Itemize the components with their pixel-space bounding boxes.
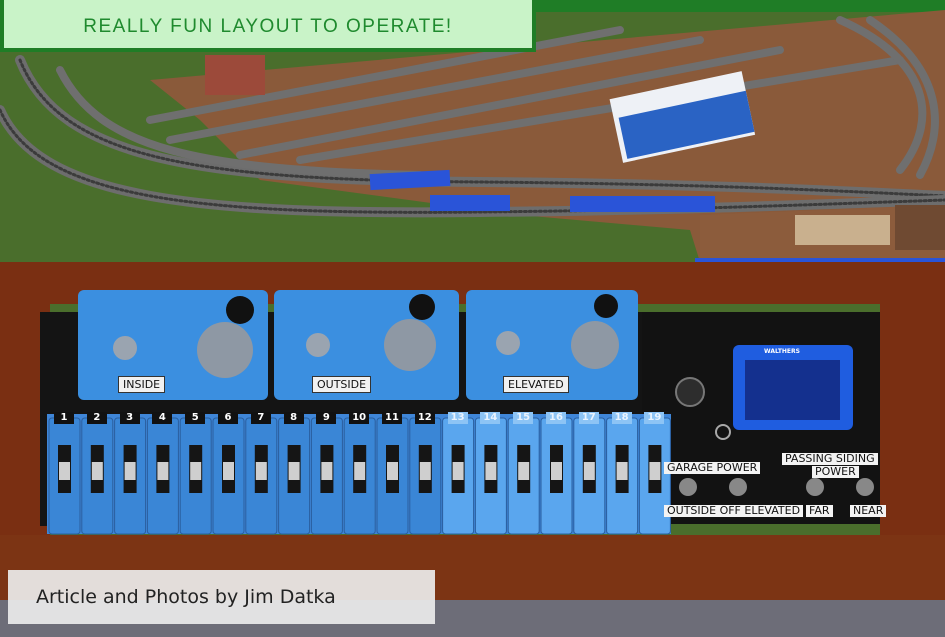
- switch-number: 5: [185, 412, 206, 424]
- switch-number: 15: [513, 412, 534, 424]
- switch-number: 9: [316, 412, 337, 424]
- switch-lever[interactable]: [91, 462, 103, 480]
- switch-lever[interactable]: [59, 462, 70, 480]
- outside-off-elevated-label: OUTSIDE OFF ELEVATED: [664, 505, 804, 517]
- switch-lever[interactable]: [551, 462, 562, 480]
- credit-banner: Article and Photos by Jim Datka: [8, 570, 435, 624]
- switch-number: 12: [414, 412, 435, 424]
- switch-number: 11: [382, 412, 402, 424]
- switch-number: 1: [54, 412, 74, 424]
- switch-number: 2: [86, 412, 107, 424]
- switch-lever[interactable]: [354, 462, 366, 480]
- switch-number: 17: [578, 412, 599, 424]
- garage-power-label: GARAGE POWER: [664, 462, 761, 474]
- switch-number: 3: [119, 412, 140, 424]
- switch-number: 19: [644, 412, 665, 424]
- switch-lever[interactable]: [288, 462, 300, 480]
- switch-lever[interactable]: [452, 462, 464, 480]
- layout-photo: WALTHERS INSIDE OUTSIDE ELEVATED 1234567…: [0, 0, 945, 637]
- switch-lever[interactable]: [387, 462, 398, 480]
- passing-siding-power-label: POWER: [812, 466, 859, 478]
- switch-lever[interactable]: [223, 462, 234, 480]
- switch-lever[interactable]: [124, 462, 136, 480]
- headline-banner: REALLY FUN LAYOUT TO OPERATE!: [0, 0, 536, 52]
- switch-number: 7: [250, 412, 271, 424]
- switch-number: 10: [349, 412, 370, 424]
- switch-lever[interactable]: [583, 462, 595, 480]
- passing-siding-label: PASSING SIDING: [782, 453, 878, 465]
- switch-lever[interactable]: [255, 462, 267, 480]
- switch-number: 18: [611, 412, 632, 424]
- switch-number: 6: [218, 412, 238, 424]
- switch-lever[interactable]: [518, 462, 530, 480]
- credit-text: Article and Photos by Jim Datka: [36, 586, 336, 608]
- switch-number: 4: [152, 412, 173, 424]
- switch-number: 8: [283, 412, 304, 424]
- switch-lever[interactable]: [190, 462, 202, 480]
- far-label: FAR: [806, 505, 833, 517]
- near-label: NEAR: [850, 505, 887, 517]
- controller-label-inside: INSIDE: [118, 376, 166, 393]
- controller-label-elevated: ELEVATED: [503, 376, 569, 393]
- switch-number: 13: [447, 412, 468, 424]
- controller-label-outside: OUTSIDE: [312, 376, 372, 393]
- switch-number: 16: [546, 412, 566, 424]
- headline-text: REALLY FUN LAYOUT TO OPERATE!: [83, 16, 453, 37]
- switch-overlay: [48, 417, 671, 535]
- switch-number: 14: [480, 412, 501, 424]
- switch-lever[interactable]: [485, 462, 497, 480]
- walthers-brand: WALTHERS: [764, 348, 800, 355]
- switch-lever[interactable]: [419, 462, 431, 480]
- switch-lever[interactable]: [616, 462, 628, 480]
- switch-lever[interactable]: [649, 462, 661, 480]
- switch-lever[interactable]: [157, 462, 169, 480]
- switch-lever[interactable]: [321, 462, 333, 480]
